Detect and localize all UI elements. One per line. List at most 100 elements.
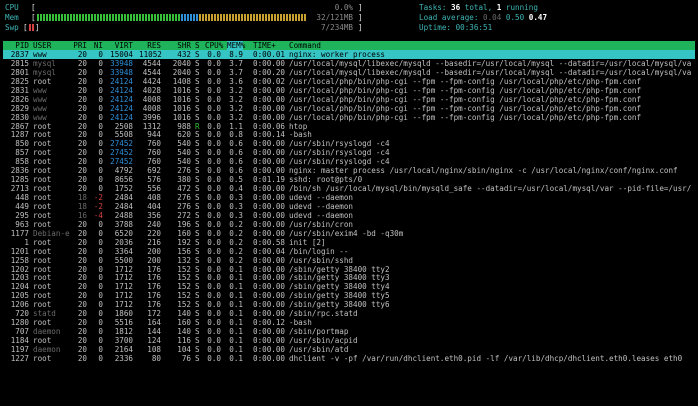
table-row[interactable]: 2867 root 20 0 2508 1312 988 R 0.0 1.1 0:00.06 htop: [3, 122, 695, 131]
cell-cmd: /sbin/getty 38400 tty2: [289, 264, 390, 274]
cell-time: 0:01.19: [253, 175, 286, 185]
cell-pri: 20: [77, 67, 87, 77]
cell-res: 176: [147, 300, 161, 310]
table-row[interactable]: 1184 root 20 0 3700 124 116 S 0.0 0.1 0:00.00/usr/…: [3, 336, 695, 345]
col-res-header[interactable]: RES: [139, 41, 161, 50]
table-row[interactable]: 1280 root 20 0 5516 164 160 S 0.0 0.1 0:00.12 -bash: [3, 318, 695, 327]
cell-pri: 18: [77, 193, 87, 202]
col-pri-header[interactable]: PRI: [71, 41, 87, 50]
cell-s: S: [195, 50, 200, 59]
col-mem-header-sorted[interactable]: MEM%: [227, 41, 245, 50]
table-row[interactable]: 720 statd 20 0 1860 172 140 S 0.0 0.1 0:00.00/sbin…: [3, 309, 695, 318]
mem-meter-tick: [274, 14, 276, 21]
cell-pri: 20: [77, 353, 87, 363]
mem-meter-tick: [223, 14, 225, 21]
cell-mem: 8.9: [229, 50, 243, 59]
cell-virt: 1712: [114, 282, 133, 292]
cell-cpu: 0.0: [207, 255, 221, 265]
cell-virt: 3788: [114, 219, 133, 229]
mem-meter-value: 32/121MB: [316, 13, 353, 22]
cell-mem: 0.5: [229, 175, 243, 185]
cell-cmd: udevd --daemon: [289, 193, 354, 202]
table-row[interactable]: 2836 root 20 0 4792 692 276 S 0.0 0.6 0:00.00 nginx…: [3, 166, 695, 175]
table-row[interactable]: 448 root 18 -2 2484 408 276 S 0.0 0.3 0:00.00 udevd…: [3, 193, 695, 202]
table-row[interactable]: 2801 mysql 20 0 33948 4544 2040 S 0.0 3.7 0:00.20/…: [3, 68, 695, 77]
table-row[interactable]: 1 root 20 0 2036 216 192 S 0.0 0.2 0:00.58 init [2]: [3, 238, 695, 247]
mem-meter-tick: [199, 14, 201, 21]
table-row-selected[interactable]: 2837 www 20 0 15004 11052 432 S 0.0 8.9 0:00.01 ngi…: [3, 50, 695, 59]
cell-cmd: udevd --daemon: [289, 210, 354, 220]
mem-meter-label: Mem: [5, 13, 19, 22]
col-pid-header[interactable]: PID: [3, 41, 29, 50]
col-cpu-header[interactable]: CPU%: [205, 41, 223, 50]
cell-cmd: /sbin/getty 38400 tty4: [289, 282, 390, 292]
cell-mem: 0.6: [229, 148, 243, 158]
mem-meter-tick: [268, 14, 270, 21]
mem-meter-tick: [160, 14, 162, 21]
mem-meter-tick: [220, 14, 222, 21]
col-time-header[interactable]: TIME+: [253, 41, 276, 50]
cell-cmd: -bash: [289, 130, 312, 140]
col-command-header[interactable]: Command: [289, 41, 321, 50]
table-row[interactable]: 963 root 20 0 3788 240 196 S 0.0 0.2 0:00.00/usr/s…: [3, 220, 695, 229]
table-row[interactable]: 858 root 20 0 27452 760 540 S 0.0 0.6 0:00.00/usr/…: [3, 157, 695, 166]
table-row[interactable]: 1202 root 20 0 1712 176 152 S 0.0 0.1 0:00.00/sbin…: [3, 265, 695, 274]
table-row[interactable]: 857 root 20 0 27452 760 540 S 0.0 0.6 0:00.00/usr/…: [3, 148, 695, 157]
cell-user: root: [33, 175, 52, 185]
table-row[interactable]: 1287 root 20 0 5508 944 620 S 0.0 0.8 0:00.14 -bash: [3, 130, 695, 139]
mem-meter-tick: [124, 14, 126, 21]
col-state-header[interactable]: S: [195, 41, 201, 50]
col-virt-header[interactable]: VIRT: [107, 41, 133, 50]
table-row[interactable]: 1201 root 20 0 3364 200 156 S 0.0 0.2 0:00.04/bin/…: [3, 247, 695, 256]
table-row[interactable]: 1227 root 20 0 2336 80 76 S 0.0 0.1 0:00.00 dhclien…: [3, 354, 695, 363]
table-row[interactable]: 1203 root 20 0 1712 176 152 S 0.0 0.1 0:00.00/sbin…: [3, 273, 695, 282]
table-row[interactable]: 1258 root 20 0 5500 200 132 S 0.0 0.2 0:00.00/usr/…: [3, 256, 695, 265]
table-row[interactable]: 707 daemon 20 0 1812 144 140 S 0.0 0.1 0:00.00/sbi…: [3, 327, 695, 336]
table-row[interactable]: 2829 www 20 0 24124 4008 1016 S 0.0 3.2 0:00.00/us…: [3, 104, 695, 113]
mem-meter-tick: [229, 14, 231, 21]
table-row[interactable]: 2825 root 20 0 24124 4424 1408 S 0.0 3.6 0:00.02/u…: [3, 77, 695, 86]
mem-meter-tick: [265, 14, 267, 21]
mem-meter-tick: [178, 14, 180, 21]
mem-meter-tick: [70, 14, 72, 21]
table-row[interactable]: 2815 mysql 20 0 33948 4544 2040 S 0.0 3.7 0:00.00/…: [3, 59, 695, 68]
cell-mem: 0.1: [229, 264, 243, 274]
cell-time: 0:00.00: [253, 336, 286, 345]
cell-mem: 0.6: [229, 139, 243, 149]
table-row[interactable]: 1206 root 20 0 1712 176 152 S 0.0 0.1 0:00.00/sbin…: [3, 300, 695, 309]
cell-cpu: 0.0: [207, 121, 221, 131]
table-row[interactable]: 295 root 16 -4 2488 356 272 S 0.0 0.3 0:00.00 udevd…: [3, 211, 695, 220]
cell-ni: 0: [98, 282, 103, 292]
table-row[interactable]: 850 root 20 0 27452 760 540 S 0.0 0.6 0:00.00/usr/…: [3, 139, 695, 148]
cell-pid: 2837: [10, 50, 29, 59]
cell-pri: 20: [77, 282, 87, 292]
table-row[interactable]: 1204 root 20 0 1712 176 152 S 0.0 0.1 0:00.00/sbin…: [3, 282, 695, 291]
table-row[interactable]: 1197 daemon 20 0 2164 108 104 S 0.0 0.1 0:00.00/us…: [3, 345, 695, 354]
cell-mem: 3.2: [229, 94, 243, 104]
cell-cpu: 0.0: [207, 210, 221, 220]
col-user-header[interactable]: USER: [33, 41, 51, 50]
table-row[interactable]: 1177 Debian-e 20 0 6520 220 160 S 0.0 0.2 0:00.00/…: [3, 229, 695, 238]
table-row[interactable]: 1205 root 20 0 1712 176 152 S 0.0 0.1 0:00.00/sbin…: [3, 291, 695, 300]
cell-mem: 0.1: [229, 336, 243, 345]
cell-virt: 1712: [114, 273, 133, 283]
cell-cpu: 0.0: [207, 58, 221, 68]
table-row[interactable]: 2831 www 20 0 24124 4028 1016 S 0.0 3.2 0:00.00/us…: [3, 86, 695, 95]
table-row[interactable]: 2826 www 20 0 24124 4008 1016 S 0.0 3.2 0:00.00/us…: [3, 95, 695, 104]
cell-user: root: [33, 210, 52, 220]
process-table-header: PID USER PRI NI VIRT RES SHR S CPU% MEM%…: [3, 41, 695, 50]
cell-ni: 0: [98, 273, 103, 283]
cell-user: root: [33, 336, 52, 345]
col-shr-header[interactable]: SHR: [169, 41, 191, 50]
mem-meter-tick: [298, 14, 300, 21]
cell-time: 0:00.01: [253, 50, 286, 59]
cell-virt: 1752: [114, 184, 133, 194]
table-row[interactable]: 449 root 18 -2 2484 404 276 S 0.0 0.3 0:00.00 udevd…: [3, 202, 695, 211]
table-row[interactable]: 1285 root 20 0 8656 576 380 S 0.0 0.5 0:01.19 sshd:…: [3, 175, 695, 184]
cell-user: root: [33, 76, 52, 86]
col-ni-header[interactable]: NI: [93, 41, 103, 50]
table-row[interactable]: 2830 www 20 0 24124 3996 1016 S 0.0 3.2 0:00.00/us…: [3, 113, 695, 122]
table-row[interactable]: 2713 root 20 0 1752 556 472 S 0.0 0.4 0:00.00/bin/…: [3, 184, 695, 193]
mem-meter-tick: [196, 14, 198, 21]
cell-virt: 6520: [114, 228, 133, 238]
